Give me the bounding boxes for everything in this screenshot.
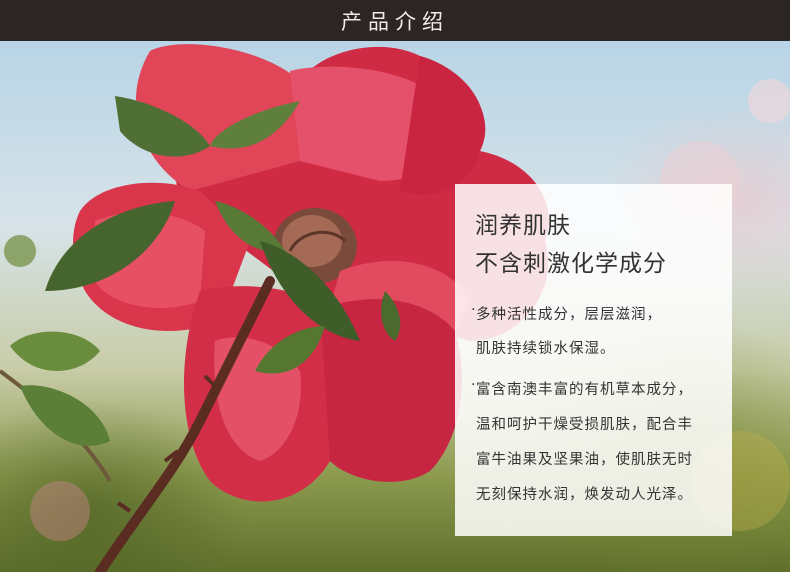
bullet-marker: · <box>471 377 476 393</box>
panel-title-line-2: 不含刺激化学成分 <box>475 251 667 277</box>
point-2-line-1: 富含南澳丰富的有机草本成分， <box>476 382 693 398</box>
panel-title-line-1: 润养肌肤 <box>475 213 571 239</box>
point-2-line-3: 富牛油果及坚果油，使肌肤无时 <box>476 452 693 468</box>
page-header: 产品介绍 <box>0 0 790 41</box>
point-1-line-2: 肌肤持续锁水保湿。 <box>476 341 616 357</box>
point-2-line-4: 无刻保持水润，焕发动人光泽。 <box>476 487 693 503</box>
point-2-line-2: 温和呵护干燥受损肌肤，配合丰 <box>476 417 693 433</box>
point-1-line-1: 多种活性成分，层层滋润， <box>476 307 662 323</box>
page-title: 产品介绍 <box>341 9 449 34</box>
rose-photo: 润养肌肤 不含刺激化学成分 · 多种活性成分，层层滋润， 肌肤持续锁水保湿。 ·… <box>0 41 790 572</box>
bullet-marker: · <box>471 302 476 318</box>
product-info-panel: 润养肌肤 不含刺激化学成分 · 多种活性成分，层层滋润， 肌肤持续锁水保湿。 ·… <box>455 184 732 536</box>
